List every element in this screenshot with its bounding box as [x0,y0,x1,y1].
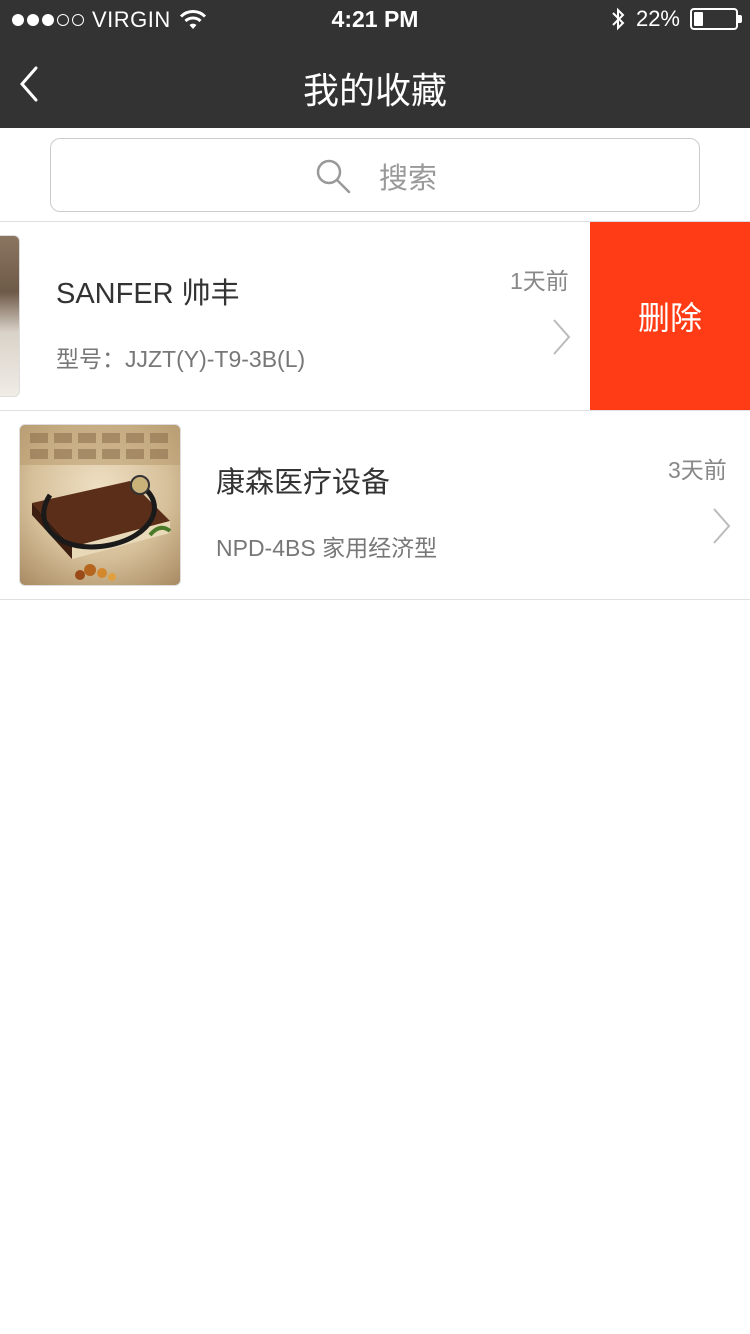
favorite-item[interactable]: 康森医疗设备 NPD-4BS 家用经济型 3天前 [0,411,750,600]
chevron-right-icon [713,508,731,544]
product-thumbnail [0,235,20,397]
favorite-item[interactable]: SANFER 帅丰 型号：JJZT(Y)-T9-3B(L) 1天前 删除 [0,222,750,411]
navigation-bar: 我的收藏 [0,40,750,128]
search-placeholder: 搜索 [378,163,437,195]
stethoscope-book-image [20,425,180,581]
search-icon [316,159,351,194]
chevron-right-icon [553,319,571,355]
item-subtitle: 型号：JJZT(Y)-T9-3B(L) [56,346,306,372]
status-bar: VIRGIN 4:21 PM 22% [0,0,750,40]
battery-percent: 22% [635,6,680,31]
bluetooth-icon [612,7,625,31]
top-bar: VIRGIN 4:21 PM 22% 我的收藏 [0,0,750,128]
page-title: 我的收藏 [302,70,447,111]
search-bar-container: 搜索 [0,128,750,222]
item-subtitle: NPD-4BS 家用经济型 [216,535,438,561]
search-input[interactable]: 搜索 [50,138,700,212]
item-title: 康森医疗设备 [216,467,391,499]
status-right: 22% [610,6,742,32]
battery-fill [694,12,703,26]
delete-button[interactable]: 删除 [590,222,750,410]
item-time: 1天前 [510,268,569,294]
product-thumbnail [19,424,181,586]
search-inner: 搜索 [51,155,699,197]
item-time: 3天前 [668,457,727,483]
battery-icon [690,8,742,30]
item-title: SANFER 帅丰 [56,278,240,310]
